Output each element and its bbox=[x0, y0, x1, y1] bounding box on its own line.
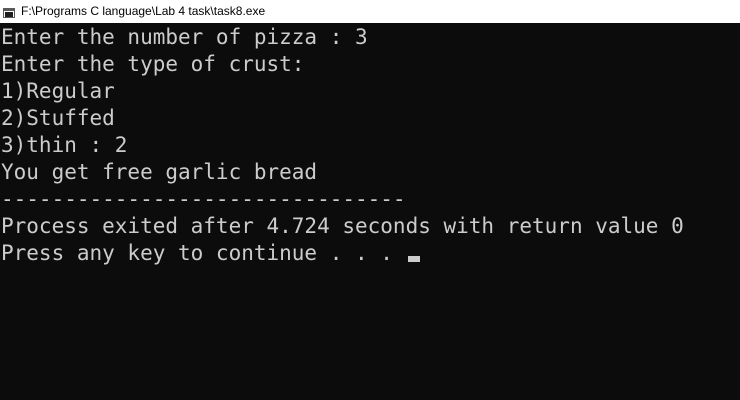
console-line: Process exited after 4.724 seconds with … bbox=[1, 214, 684, 238]
window-title: F:\Programs C language\Lab 4 task\task8.… bbox=[21, 4, 266, 18]
console-app-icon[interactable] bbox=[3, 6, 15, 18]
console-line: 3)thin : 2 bbox=[1, 133, 128, 157]
console-line: 2)Stuffed bbox=[1, 106, 115, 130]
console-prompt-line: Press any key to continue . . . bbox=[1, 240, 740, 267]
console-line: 1)Regular bbox=[1, 79, 115, 103]
console-window: F:\Programs C language\Lab 4 task\task8.… bbox=[0, 0, 740, 400]
console-line: Enter the number of pizza : 3 bbox=[1, 25, 368, 49]
console-separator: -------------------------------- bbox=[1, 187, 406, 211]
console-line: You get free garlic bread bbox=[1, 160, 318, 184]
console-line: Enter the type of crust: bbox=[1, 52, 305, 76]
console-output[interactable]: Enter the number of pizza : 3 Enter the … bbox=[0, 23, 740, 400]
text-cursor bbox=[407, 256, 420, 262]
console-prompt-text: Press any key to continue . . . bbox=[1, 241, 406, 265]
title-bar[interactable]: F:\Programs C language\Lab 4 task\task8.… bbox=[0, 0, 740, 23]
